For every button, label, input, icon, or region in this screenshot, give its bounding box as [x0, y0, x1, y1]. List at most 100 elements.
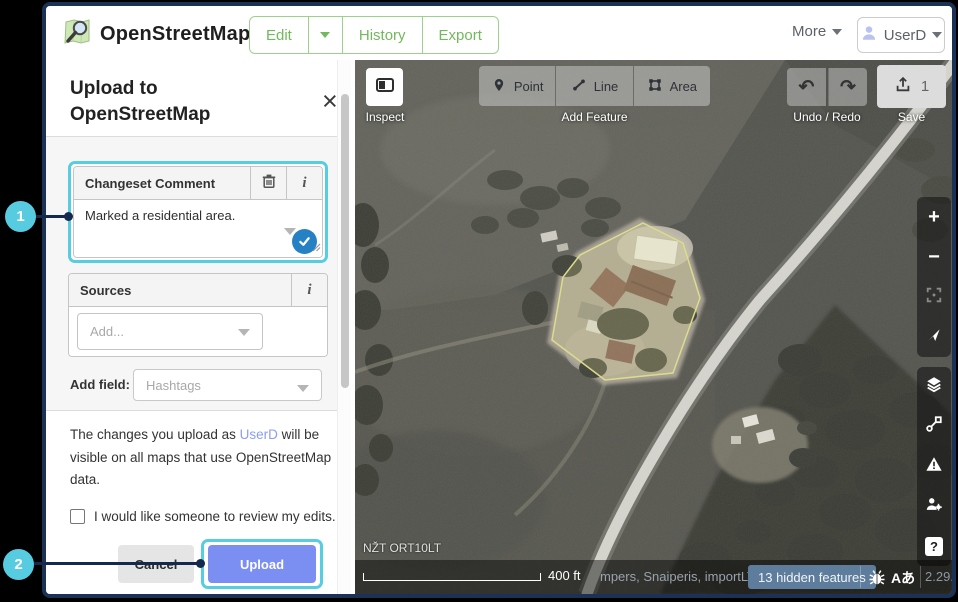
scale-bar	[363, 573, 541, 581]
issues-button[interactable]	[917, 447, 951, 487]
upload-notice: The changes you upload as UserD will be …	[70, 424, 334, 492]
user-link[interactable]: UserD	[240, 427, 278, 442]
trash-icon	[261, 173, 277, 194]
zoom-controls: + −	[917, 197, 951, 357]
chevron-down-icon	[932, 32, 942, 38]
chevron-down-icon[interactable]	[297, 385, 309, 392]
user-menu[interactable]: UserD	[857, 17, 945, 53]
undo-icon: ↶	[799, 76, 815, 99]
add-field-label: Add field:	[70, 377, 130, 392]
app-window: OpenStreetMap Edit History Export More U…	[42, 2, 956, 598]
zoom-in-button[interactable]: +	[917, 197, 951, 237]
delete-field-button[interactable]	[250, 167, 286, 199]
upload-button[interactable]: Upload	[208, 545, 316, 583]
more-label: More	[792, 23, 826, 40]
chevron-down-icon[interactable]	[238, 329, 250, 336]
help-icon: ?	[925, 537, 943, 556]
zoom-out-button[interactable]: −	[917, 237, 951, 277]
translate-icon[interactable]: Aあ	[891, 568, 915, 588]
sources-body: Add...	[69, 307, 327, 356]
user-icon	[860, 24, 878, 46]
scrollbar-thumb[interactable]	[341, 94, 349, 388]
version-label: 2.29.0	[925, 569, 952, 584]
inspect-icon	[375, 75, 395, 100]
line-button[interactable]: Line	[556, 66, 633, 106]
plus-icon: +	[928, 207, 940, 227]
openstreetmap-logo-icon	[62, 17, 92, 52]
sidebar-scrollbar[interactable]	[337, 60, 351, 594]
area-button[interactable]: Area	[634, 66, 710, 106]
review-label: I would like someone to review my edits.	[94, 509, 336, 524]
annotation-badge-2: 2	[3, 549, 34, 580]
sources-card-header: Sources i	[69, 274, 327, 307]
preferences-button[interactable]	[917, 486, 951, 526]
edit-dropdown-button[interactable]	[309, 17, 343, 53]
footer-divider	[860, 566, 861, 588]
bug-report-icon[interactable]	[867, 567, 887, 592]
undo-button[interactable]: ↶	[787, 68, 826, 106]
export-button[interactable]: Export	[423, 17, 498, 53]
upload-sidebar: Upload to OpenStreetMap × Changeset Comm…	[46, 60, 355, 594]
point-label: Point	[514, 79, 544, 94]
warning-icon	[925, 455, 943, 478]
edit-count-badge: 1	[921, 78, 929, 95]
geolocate-button[interactable]	[917, 317, 951, 357]
line-icon	[571, 77, 587, 96]
map-data-icon	[925, 415, 943, 438]
comment-textarea[interactable]: Marked a residential area.	[74, 200, 322, 258]
map-data-button[interactable]	[917, 407, 951, 447]
history-button[interactable]: History	[343, 17, 423, 53]
comment-card-title: Changeset Comment	[74, 167, 250, 199]
header-nav: Edit History Export	[249, 16, 499, 54]
resize-handle[interactable]	[311, 239, 321, 257]
map-panel-controls: ?	[917, 367, 951, 566]
hidden-features-badge[interactable]: 13 hidden features	[748, 565, 876, 589]
area-icon	[647, 77, 663, 96]
layers-button[interactable]	[917, 367, 951, 407]
notice-text: The changes you upload as	[70, 427, 240, 442]
inspect-button[interactable]	[366, 68, 403, 106]
layers-icon	[925, 375, 943, 398]
edit-button[interactable]: Edit	[250, 17, 309, 53]
changeset-form-panel: Changeset Comment	[46, 136, 337, 411]
undo-redo-label: Undo / Redo	[777, 110, 877, 124]
review-row: I would like someone to review my edits.	[70, 509, 336, 524]
add-field-combo[interactable]: Hashtags	[133, 369, 322, 401]
user-label: UserD	[884, 27, 927, 44]
user-settings-icon	[925, 495, 943, 518]
sources-card: Sources i Add...	[68, 273, 328, 357]
area-label: Area	[670, 79, 697, 94]
comment-highlight-frame: Changeset Comment	[68, 161, 328, 263]
close-icon[interactable]: ×	[322, 88, 338, 115]
panel-title: Upload to OpenStreetMap	[70, 76, 250, 127]
inspect-label: Inspect	[355, 110, 415, 124]
review-checkbox[interactable]	[70, 509, 85, 524]
brand[interactable]: OpenStreetMap	[62, 17, 250, 52]
annotation-line-1	[33, 215, 66, 218]
upload-icon	[894, 75, 912, 98]
save-button[interactable]: 1	[877, 65, 946, 108]
sources-add-input[interactable]: Add...	[77, 313, 263, 350]
info-icon: i	[307, 282, 311, 299]
brand-title: OpenStreetMap	[100, 23, 250, 46]
annotation-badge-1: 1	[5, 201, 36, 232]
info-icon: i	[302, 175, 306, 192]
annotation-dot-1	[64, 212, 73, 221]
chevron-down-icon	[320, 32, 330, 38]
aerial-imagery	[355, 60, 952, 594]
navigation-arrow-icon	[926, 327, 942, 348]
add-feature-label: Add Feature	[479, 110, 710, 124]
comment-card-header: Changeset Comment	[74, 167, 322, 200]
sources-placeholder: Add...	[78, 324, 124, 339]
map-canvas[interactable]: Inspect Point Line Area Add Feat	[355, 60, 952, 594]
point-button[interactable]: Point	[479, 66, 556, 106]
add-field-row: Add field: Hashtags	[70, 369, 330, 401]
info-button[interactable]: i	[291, 274, 327, 306]
zoom-to-selection-button[interactable]	[917, 277, 951, 317]
info-button[interactable]: i	[286, 167, 322, 199]
comment-value: Marked a residential area.	[85, 208, 235, 223]
imagery-source-label: NŽT ORT10LT	[363, 541, 441, 555]
redo-button[interactable]: ↷	[828, 68, 867, 106]
add-feature-group: Point Line Area	[479, 66, 710, 106]
more-menu[interactable]: More	[792, 23, 842, 40]
